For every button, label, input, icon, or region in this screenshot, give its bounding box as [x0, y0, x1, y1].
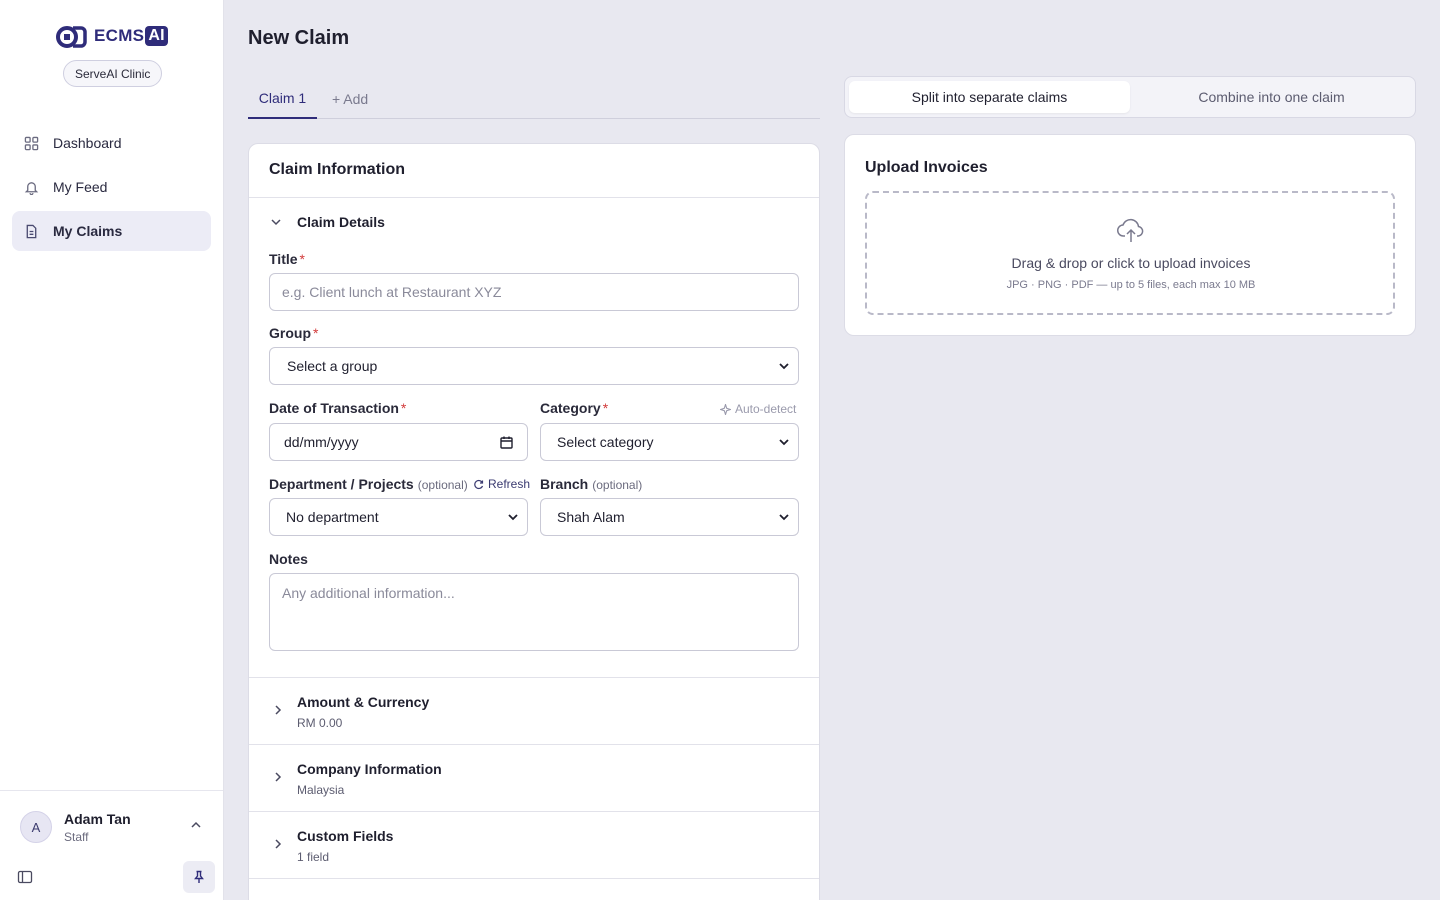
amount-currency-section[interactable]: Amount & Currency RM 0.00 — [249, 677, 819, 744]
brand-ai-badge: AI — [145, 26, 168, 46]
invoice-dropzone[interactable]: Drag & drop or click to upload invoices … — [865, 191, 1395, 315]
chevron-down-icon — [271, 219, 281, 226]
brand-logo[interactable]: ECMS AI — [54, 22, 168, 50]
tab-claim-1[interactable]: Claim 1 — [248, 78, 317, 119]
claim-details-header[interactable]: Claim Details — [269, 214, 385, 230]
avatar[interactable]: A — [20, 811, 52, 843]
combine-claims-button[interactable]: Combine into one claim — [1131, 81, 1412, 113]
section-summary: Malaysia — [297, 783, 345, 797]
sparkle-icon — [720, 403, 731, 415]
sidebar-toggle-icon[interactable] — [17, 869, 33, 885]
organization-badge[interactable]: ServeAI Clinic — [63, 60, 163, 87]
title-input[interactable]: e.g. Client lunch at Restaurant XYZ — [269, 273, 799, 311]
brand-name: ECMS AI — [94, 26, 168, 46]
section-title: Amount & Currency — [297, 694, 430, 710]
grid-icon — [24, 136, 39, 150]
required-marker: * — [400, 400, 407, 416]
date-label: Date of Transaction * — [269, 400, 407, 416]
refresh-departments-button[interactable]: Refresh — [473, 477, 530, 491]
section-title: Claim Details — [297, 214, 385, 230]
sidebar-item-label: Dashboard — [53, 135, 122, 151]
date-input[interactable]: dd/mm/yyyy — [269, 423, 528, 461]
pin-icon — [194, 870, 204, 883]
cloud-upload-icon — [1117, 218, 1144, 242]
department-select-value: No department — [286, 509, 379, 525]
required-marker: * — [299, 251, 305, 267]
sidebar-item-my-feed[interactable]: My Feed — [12, 167, 211, 207]
section-summary: 1 field — [297, 850, 330, 864]
divider — [249, 197, 819, 198]
document-icon — [26, 224, 37, 238]
refresh-icon — [474, 479, 484, 489]
page-title: New Claim — [248, 27, 350, 49]
sidebar-item-dashboard[interactable]: Dashboard — [12, 123, 211, 163]
date-input-value: dd/mm/yyyy — [284, 434, 359, 450]
title-label: Title * — [269, 251, 305, 267]
add-claim-tab[interactable]: + Add — [332, 78, 368, 119]
claim-mode-toggle: Split into separate claims Combine into … — [844, 76, 1416, 118]
section-summary: RM 0.00 — [297, 716, 343, 730]
company-information-section[interactable]: Company Information Malaysia — [249, 744, 819, 811]
chevron-down-icon — [779, 514, 789, 521]
calendar-icon[interactable] — [500, 436, 513, 449]
department-label: Department / Projects (optional) — [269, 476, 468, 492]
card-title: Claim Information — [269, 161, 406, 178]
upload-invoices-card: Upload Invoices Drag & drop or click to … — [844, 134, 1416, 336]
claim-tabs: Claim 1 + Add — [248, 78, 820, 119]
dropzone-prompt: Drag & drop or click to upload invoices — [1011, 255, 1251, 271]
branch-select-value: Shah Alam — [557, 509, 625, 525]
chevron-down-icon — [779, 439, 789, 446]
category-select-value: Select category — [557, 434, 654, 450]
sidebar: ECMS AI ServeAI Clinic Dashboard My Feed … — [0, 0, 224, 900]
custom-fields-section[interactable]: Custom Fields 1 field — [249, 811, 819, 878]
chevron-down-icon — [508, 514, 518, 521]
user-panel: A Adam Tan Staff — [0, 790, 223, 900]
sidebar-nav: Dashboard My Feed My Claims — [12, 123, 211, 255]
required-marker: * — [602, 400, 609, 416]
group-select[interactable]: Select a group — [269, 347, 799, 385]
notes-textarea[interactable]: Any additional information... — [269, 573, 799, 651]
category-select[interactable]: Select category — [540, 423, 799, 461]
branch-select[interactable]: Shah Alam — [540, 498, 799, 536]
branch-label: Branch (optional) — [540, 476, 643, 492]
sidebar-item-label: My Feed — [53, 179, 108, 195]
next-section[interactable] — [249, 878, 819, 900]
chevron-right-icon — [275, 772, 282, 782]
sidebar-item-my-claims[interactable]: My Claims — [12, 211, 211, 251]
department-select[interactable]: No department — [269, 498, 528, 536]
claim-information-card: Claim Information Claim Details Title * e… — [248, 143, 820, 900]
user-role: Staff — [64, 830, 89, 844]
chevron-up-icon[interactable] — [189, 818, 203, 832]
group-label: Group * — [269, 325, 319, 341]
bell-icon — [24, 181, 39, 195]
required-marker: * — [313, 325, 319, 341]
group-select-value: Select a group — [287, 358, 378, 374]
category-label: Category * — [540, 400, 609, 416]
chevron-down-icon — [779, 363, 789, 370]
sidebar-item-label: My Claims — [53, 223, 123, 239]
logo-icon — [56, 26, 87, 48]
split-claims-button[interactable]: Split into separate claims — [849, 81, 1130, 113]
dropzone-hint: JPG · PNG · PDF — up to 5 files, each ma… — [1006, 279, 1256, 291]
section-title: Custom Fields — [297, 828, 394, 844]
chevron-right-icon — [275, 839, 282, 849]
chevron-right-icon — [275, 705, 282, 715]
pin-sidebar-button[interactable] — [183, 861, 215, 893]
section-title: Company Information — [297, 761, 442, 777]
optional-hint: (optional) — [417, 478, 468, 492]
upload-title: Upload Invoices — [865, 159, 988, 176]
auto-detect-button[interactable]: Auto-detect — [720, 402, 796, 416]
notes-label: Notes — [269, 551, 308, 567]
user-name[interactable]: Adam Tan — [64, 811, 131, 827]
optional-hint: (optional) — [592, 478, 643, 492]
